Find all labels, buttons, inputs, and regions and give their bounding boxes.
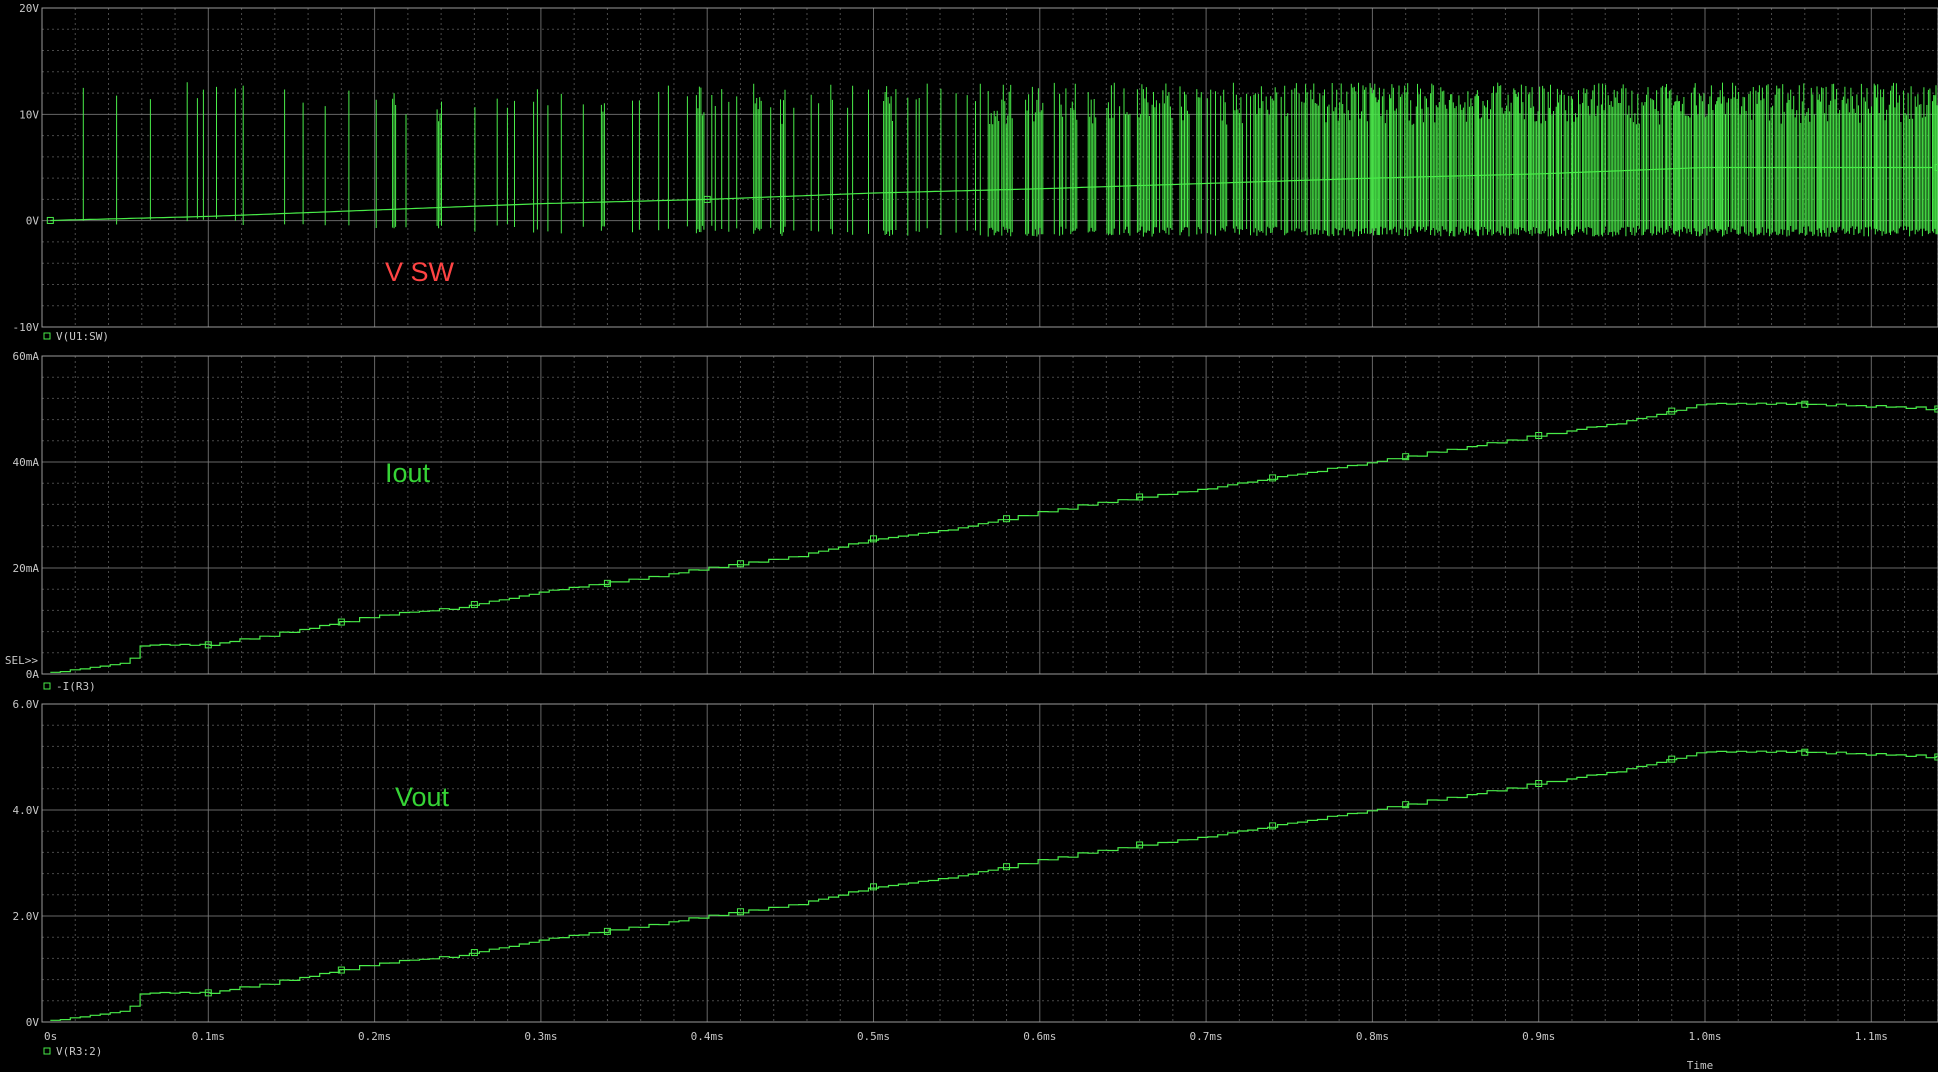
x-tick-label: 0s [44,1030,57,1043]
trace-annotation: Iout [385,458,431,488]
x-tick-label: 0.7ms [1190,1030,1223,1043]
x-tick-label: 0.5ms [857,1030,890,1043]
trace-vsw-switching [82,82,1938,237]
x-tick-label: 0.6ms [1023,1030,1056,1043]
oscilloscope-plot: 20V 10V 0V -10V 60mA 40mA 20mA 0A 6.0V 4.0V 2.0V 0V… [5,2,1938,1072]
panel-3 [41,703,1938,1023]
y-tick-label: 40mA [13,456,40,469]
x-tick-label: 1.0ms [1688,1030,1721,1043]
x-axis-label: Time [1687,1059,1714,1072]
trace-annotation: V SW [385,257,455,287]
y-tick-label: 20V [19,2,39,15]
y-tick-label: 4.0V [13,804,40,817]
legend-marker [43,682,51,690]
y-tick-label: -10V [13,321,40,334]
panel-frame [41,703,1938,1023]
legend-label: V(U1:SW) [56,330,109,343]
panel-frame [41,355,1938,675]
y-tick-label: 60mA [13,350,40,363]
legend-marker [43,332,51,340]
x-tick-label: 0.1ms [192,1030,225,1043]
x-tick-label: 1.1ms [1855,1030,1888,1043]
x-tick-label: 0.8ms [1356,1030,1389,1043]
x-tick-label: 0.2ms [358,1030,391,1043]
legend-marker [43,1047,51,1055]
panel-2 [41,355,1938,675]
trace-annotation: Vout [395,782,450,812]
legend-label: V(R3:2) [56,1045,102,1058]
y-tick-label: 0A [26,668,40,681]
x-tick-label: 0.3ms [524,1030,557,1043]
sel-marker: SEL>> [5,654,38,667]
x-tick-label: 0.4ms [691,1030,724,1043]
y-tick-label: 10V [19,108,39,121]
y-tick-label: 0V [26,215,40,228]
y-tick-label: 2.0V [13,910,40,923]
legend-label: -I(R3) [56,680,96,693]
x-tick-label: 0.9ms [1522,1030,1555,1043]
y-tick-label: 0V [26,1016,40,1029]
y-tick-label: 6.0V [13,698,40,711]
y-tick-label: 20mA [13,562,40,575]
